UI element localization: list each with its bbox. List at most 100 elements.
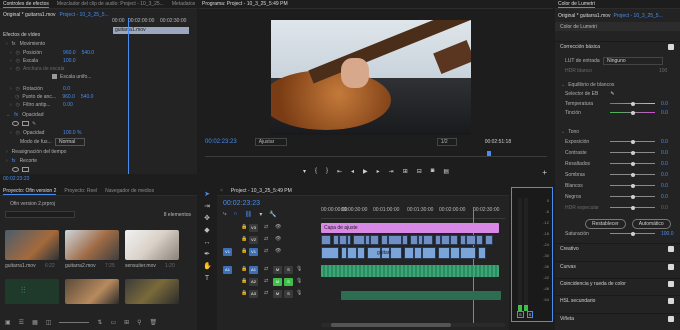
vineta-toggle[interactable] <box>668 316 674 322</box>
sync-lock-icon[interactable]: ⇄ <box>264 266 268 272</box>
insert-icon[interactable]: ⊞ <box>403 168 408 178</box>
lock-icon[interactable]: 🔒 <box>241 278 247 284</box>
lumetri-sequence[interactable]: Project - 10_3_25_5... <box>614 13 663 19</box>
sort-icon[interactable]: ⇅ <box>97 319 102 326</box>
v1-clip[interactable] <box>414 247 422 259</box>
clip-thumbnail[interactable] <box>5 230 59 260</box>
clip-thumbnail[interactable] <box>125 230 179 260</box>
voice-over-icon[interactable]: 🎙 <box>296 266 302 272</box>
section-curvas[interactable]: Curvas <box>555 261 680 272</box>
source-patch[interactable]: A1 <box>223 266 232 274</box>
program-title[interactable]: Programa: Project - 10_3_25_5:49 PM <box>202 1 288 7</box>
voice-over-icon[interactable]: 🎙 <box>296 290 302 296</box>
toggle-output-icon[interactable]: 👁 <box>275 224 281 230</box>
step-back-icon[interactable]: ◂ <box>351 168 354 178</box>
solo-button[interactable]: S <box>284 266 293 274</box>
type-tool-icon[interactable]: T <box>203 275 211 283</box>
add-button-icon[interactable]: + <box>542 168 547 177</box>
overwrite-icon[interactable]: ⊟ <box>417 168 422 178</box>
wrench-icon[interactable]: 🔧 <box>269 211 276 218</box>
v2-clip[interactable] <box>402 235 408 245</box>
fit-select[interactable]: Ajustar <box>254 137 287 146</box>
go-to-out-icon[interactable]: ⇥ <box>389 168 394 178</box>
v1-clip[interactable] <box>404 247 414 259</box>
sombras-knob[interactable] <box>631 172 635 177</box>
tab-project-main[interactable]: Proyecto: Ofin version 2 <box>3 188 57 195</box>
v1-clip[interactable] <box>438 247 450 259</box>
clip-thumbnail[interactable] <box>65 230 119 260</box>
basic-correction-toggle[interactable] <box>668 44 674 50</box>
effect-timecode[interactable]: 00:02:23:23 <box>3 176 29 182</box>
punto-x[interactable]: 960.0 <box>62 94 75 100</box>
hdr_espec-value[interactable]: 0.0 <box>661 205 668 211</box>
negros-slider[interactable] <box>610 194 655 199</box>
curvas-toggle[interactable] <box>668 264 674 270</box>
track-target[interactable]: V1 <box>249 248 258 256</box>
tinte-value[interactable]: 0.0 <box>661 110 668 116</box>
ellipse-mask-icon[interactable] <box>12 167 19 172</box>
program-playhead[interactable] <box>487 151 491 156</box>
saturacion-value[interactable]: 100.0 <box>661 231 674 237</box>
blancos-value[interactable]: 0.0 <box>661 183 668 189</box>
v2-clip[interactable] <box>466 235 476 245</box>
track-target[interactable]: V3 <box>249 224 258 232</box>
lut-select[interactable]: Ninguno <box>603 56 663 65</box>
reset-button[interactable]: Restablecer <box>585 219 626 229</box>
v1-clip[interactable] <box>422 247 436 259</box>
program-scrub-bar[interactable] <box>205 151 547 157</box>
sombras-slider[interactable] <box>610 172 655 177</box>
close-icon[interactable]: × <box>220 188 223 194</box>
rectangle-mask-icon[interactable] <box>22 121 29 126</box>
track-header-v1[interactable]: V1 🔒 V1 ⇄ 👁 <box>217 247 305 258</box>
tinte-slider[interactable] <box>610 110 655 115</box>
search-icon[interactable]: ⚲ <box>137 319 141 326</box>
timeline-ruler[interactable]: 00:00:00:00 00:00:30:00 00:01:00:00 00:0… <box>321 207 505 219</box>
resaltados-slider[interactable] <box>610 161 655 166</box>
track-target[interactable]: A3 <box>249 290 258 298</box>
fx-recorte-row[interactable]: › fx Recorte <box>0 156 197 165</box>
tab-metadata[interactable]: Metadatos <box>172 1 195 7</box>
section-hsl[interactable]: HSL secundario <box>555 295 680 306</box>
list-view-icon[interactable]: ☰ <box>19 319 24 326</box>
v2-clip[interactable] <box>381 235 388 245</box>
temperatura-slider[interactable] <box>610 101 655 106</box>
hand-tool-icon[interactable]: ✋ <box>203 263 212 271</box>
project-search-input[interactable] <box>5 211 75 218</box>
sync-lock-icon[interactable]: ⇄ <box>264 278 268 284</box>
lock-icon[interactable]: 🔒 <box>241 266 247 272</box>
exposicion-slider[interactable] <box>610 139 655 144</box>
ellipse-mask-icon[interactable] <box>12 121 19 126</box>
resaltados-knob[interactable] <box>631 161 635 166</box>
v2-clip[interactable] <box>370 235 379 245</box>
negros-knob[interactable] <box>631 194 635 199</box>
eyedropper-icon[interactable]: ✎ <box>610 91 614 97</box>
sync-lock-icon[interactable]: ⇄ <box>264 248 268 254</box>
tab-media-browser[interactable]: Navegador de medios <box>105 188 154 194</box>
basic-correction-header[interactable]: Corrección básica <box>555 41 680 52</box>
track-select-tool-icon[interactable]: ⇥ <box>203 203 211 211</box>
filtro-value[interactable]: 0.00 <box>63 102 73 108</box>
uniform-scale-checkbox[interactable] <box>52 74 57 79</box>
v2-clip[interactable] <box>321 235 331 245</box>
v2-clip[interactable] <box>410 235 418 245</box>
quality-select[interactable]: 1/2 <box>436 137 457 146</box>
timeline-timecode[interactable]: 00:02:23:23 <box>223 200 260 207</box>
v2-clip[interactable] <box>347 235 351 245</box>
razor-tool-icon[interactable]: ◆ <box>203 227 211 235</box>
saturacion-slider[interactable] <box>610 231 655 236</box>
v2-clip[interactable] <box>353 235 365 245</box>
rueda-toggle[interactable] <box>668 281 674 287</box>
linked-selection-icon[interactable]: ⛓ <box>245 211 253 218</box>
nest-icon[interactable]: ⤷ <box>223 211 226 218</box>
v1-clip[interactable] <box>478 247 486 259</box>
v2-clip[interactable] <box>339 235 347 245</box>
temperatura-value[interactable]: 0.0 <box>661 101 668 107</box>
track-header-v3[interactable]: 🔒 V3 ⇄ 👁 <box>217 223 305 234</box>
v1-clip[interactable] <box>460 247 476 259</box>
saturacion-knob[interactable] <box>631 231 635 236</box>
posicion-x[interactable]: 960.0 <box>63 50 76 56</box>
posicion-y[interactable]: 540.0 <box>82 50 95 56</box>
lock-icon[interactable]: 🔒 <box>241 248 247 254</box>
mute-button[interactable]: M <box>273 290 282 298</box>
voice-over-icon[interactable]: 🎙 <box>296 278 302 284</box>
